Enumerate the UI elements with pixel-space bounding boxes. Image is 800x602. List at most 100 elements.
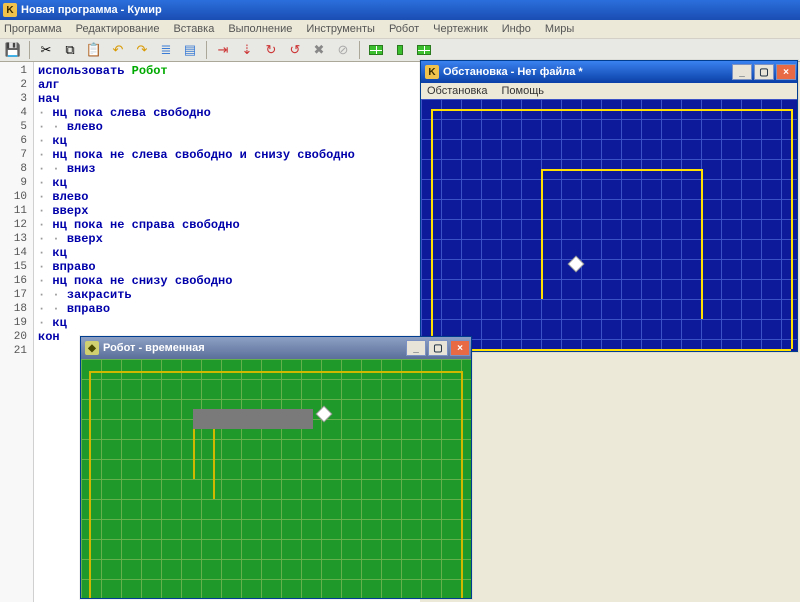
painted-cell bbox=[233, 409, 253, 429]
robot-icon bbox=[317, 407, 331, 421]
code-line[interactable]: · · влево bbox=[38, 120, 355, 134]
world-rect-button[interactable] bbox=[389, 40, 411, 60]
code-line[interactable]: · · вверх bbox=[38, 232, 355, 246]
menu-вставка[interactable]: Вставка bbox=[173, 23, 214, 35]
code-area[interactable]: использовать Роботалгнач· нц пока слева … bbox=[38, 64, 355, 358]
wall bbox=[431, 349, 791, 351]
code-line[interactable]: · влево bbox=[38, 190, 355, 204]
painted-cell bbox=[193, 409, 213, 429]
redo-button[interactable]: ↷ bbox=[131, 40, 153, 60]
step-over-icon: ↺ bbox=[290, 42, 301, 58]
code-line[interactable]: · нц пока не снизу свободно bbox=[38, 274, 355, 288]
wall bbox=[89, 371, 461, 373]
menu-миры[interactable]: Миры bbox=[545, 23, 574, 35]
menubar: Программа Редактирование Вставка Выполнение… bbox=[0, 20, 800, 38]
toolbar-sep bbox=[359, 41, 360, 59]
robot-icon bbox=[569, 257, 583, 271]
code-line[interactable]: · кц bbox=[38, 246, 355, 260]
cut-button[interactable]: ✂ bbox=[35, 40, 57, 60]
toolbar-sep bbox=[206, 41, 207, 59]
copy-button[interactable]: ⧉ bbox=[59, 40, 81, 60]
code-line[interactable]: · нц пока слева свободно bbox=[38, 106, 355, 120]
code-line[interactable]: · кц bbox=[38, 176, 355, 190]
code-line[interactable]: алг bbox=[38, 78, 355, 92]
setup-menu-помощь[interactable]: Помощь bbox=[501, 85, 544, 97]
app-title: Новая программа - Кумир bbox=[21, 4, 162, 16]
wall bbox=[213, 429, 215, 499]
list-button[interactable]: ≣ bbox=[155, 40, 177, 60]
redo-icon: ↷ bbox=[137, 42, 148, 58]
step-in-icon: ↻ bbox=[266, 42, 277, 58]
step-button[interactable]: ⇣ bbox=[236, 40, 258, 60]
menu-инфо[interactable]: Инфо bbox=[502, 23, 531, 35]
stop-icon: ✖ bbox=[314, 42, 325, 58]
menu-чертежник[interactable]: Чертежник bbox=[433, 23, 488, 35]
list-icon: ≣ bbox=[161, 42, 172, 58]
menu-программа[interactable]: Программа bbox=[4, 23, 62, 35]
setup-menubar: Обстановка Помощь bbox=[421, 83, 797, 99]
setup-grid[interactable] bbox=[421, 99, 797, 351]
toolbar: 💾 ✂ ⧉ 📋 ↶ ↷ ≣ ▤ ⇥ ⇣ ↻ ↺ ✖ ⊘ bbox=[0, 38, 800, 62]
cut-icon: ✂ bbox=[41, 42, 52, 58]
wall bbox=[431, 109, 433, 349]
wall bbox=[701, 169, 703, 319]
step-in-button[interactable]: ↻ bbox=[260, 40, 282, 60]
robot-titlebar[interactable]: ◆ Робот - временная _ ▢ × bbox=[81, 337, 471, 359]
code-line[interactable]: · вверх bbox=[38, 204, 355, 218]
line-gutter: 123456789101112131415161718192021 bbox=[0, 62, 34, 602]
wall bbox=[431, 109, 791, 111]
paste-button[interactable]: 📋 bbox=[83, 40, 105, 60]
robot-title: Робот - временная bbox=[103, 342, 205, 354]
world-split-button[interactable] bbox=[413, 40, 435, 60]
run-button[interactable]: ⇥ bbox=[212, 40, 234, 60]
code-line[interactable]: · · вправо bbox=[38, 302, 355, 316]
maximize-button[interactable]: ▢ bbox=[428, 340, 448, 356]
menu-инструменты[interactable]: Инструменты bbox=[306, 23, 375, 35]
menu-редактирование[interactable]: Редактирование bbox=[76, 23, 160, 35]
code-line[interactable]: · · закрасить bbox=[38, 288, 355, 302]
setup-window[interactable]: K Обстановка - Нет файла * _ ▢ × Обстано… bbox=[420, 60, 798, 352]
code-line[interactable]: · нц пока не слева свободно и снизу своб… bbox=[38, 148, 355, 162]
painted-cell bbox=[293, 409, 313, 429]
menu-робот[interactable]: Робот bbox=[389, 23, 419, 35]
stop2-button[interactable]: ⊘ bbox=[332, 40, 354, 60]
paste-icon: 📋 bbox=[86, 42, 102, 58]
maximize-button[interactable]: ▢ bbox=[754, 64, 774, 80]
app-icon: K bbox=[3, 3, 17, 17]
props-button[interactable]: ▤ bbox=[179, 40, 201, 60]
minimize-button[interactable]: _ bbox=[732, 64, 752, 80]
painted-cell bbox=[253, 409, 273, 429]
code-line[interactable]: · · вниз bbox=[38, 162, 355, 176]
grid-icon bbox=[369, 45, 383, 55]
stop-button[interactable]: ✖ bbox=[308, 40, 330, 60]
robot-window-icon: ◆ bbox=[85, 341, 99, 355]
code-line[interactable]: использовать Робот bbox=[38, 64, 355, 78]
painted-cell bbox=[213, 409, 233, 429]
undo-icon: ↶ bbox=[113, 42, 124, 58]
code-line[interactable]: · вправо bbox=[38, 260, 355, 274]
save-icon: 💾 bbox=[5, 42, 21, 58]
setup-titlebar[interactable]: K Обстановка - Нет файла * _ ▢ × bbox=[421, 61, 797, 83]
run-icon: ⇥ bbox=[218, 42, 229, 58]
robot-grid[interactable] bbox=[81, 359, 471, 598]
code-line[interactable]: · кц bbox=[38, 316, 355, 330]
world-grid-button[interactable] bbox=[365, 40, 387, 60]
robot-window[interactable]: ◆ Робот - временная _ ▢ × bbox=[80, 336, 472, 599]
menu-выполнение[interactable]: Выполнение bbox=[228, 23, 292, 35]
code-line[interactable]: · нц пока не справа свободно bbox=[38, 218, 355, 232]
code-line[interactable]: нач bbox=[38, 92, 355, 106]
setup-menu-обстановка[interactable]: Обстановка bbox=[427, 85, 487, 97]
save-button[interactable]: 💾 bbox=[2, 40, 24, 60]
step-over-button[interactable]: ↺ bbox=[284, 40, 306, 60]
props-icon: ▤ bbox=[184, 42, 196, 58]
stop2-icon: ⊘ bbox=[338, 42, 349, 58]
code-line[interactable]: · кц bbox=[38, 134, 355, 148]
wall bbox=[541, 169, 543, 299]
close-button[interactable]: × bbox=[776, 64, 796, 80]
minimize-button[interactable]: _ bbox=[406, 340, 426, 356]
wall bbox=[541, 169, 701, 171]
undo-button[interactable]: ↶ bbox=[107, 40, 129, 60]
close-button[interactable]: × bbox=[450, 340, 470, 356]
toolbar-sep bbox=[29, 41, 30, 59]
app-titlebar: K Новая программа - Кумир bbox=[0, 0, 800, 20]
